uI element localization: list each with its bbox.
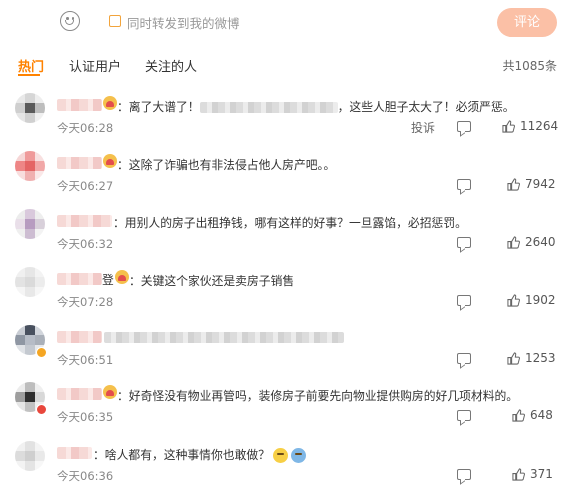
comment-time: 今天06:36: [57, 469, 114, 483]
tab-hot[interactable]: 热门: [18, 56, 44, 75]
like-count: 11264: [520, 119, 559, 133]
tears-emoji-icon: [290, 448, 306, 463]
redacted-text: [199, 102, 338, 113]
like-count: 1902: [525, 293, 556, 307]
comment-reply-icon[interactable]: [457, 353, 471, 364]
like-count: 7942: [525, 177, 556, 191]
comment-reply-icon[interactable]: [457, 121, 471, 132]
tab-following[interactable]: 关注的人: [145, 56, 197, 75]
comment-text: ：啥人都有，这种事情你也敢做？: [93, 446, 306, 463]
emoji-picker-icon[interactable]: [60, 11, 80, 31]
username-blurred[interactable]: [57, 273, 102, 285]
comment-item: ：用别人的房子出租挣钱，哪有这样的好事？一旦露馅，必招惩罚。 今天06:32 2…: [0, 209, 578, 267]
redacted-text: [104, 332, 344, 343]
verified-badge-icon: [36, 404, 47, 415]
fan-badge-icon: [103, 385, 117, 399]
thumbs-up-icon[interactable]: [512, 409, 525, 422]
sweat-smile-emoji-icon: [272, 448, 288, 463]
comment-reply-icon[interactable]: [457, 295, 471, 306]
thumbs-up-icon[interactable]: [507, 352, 520, 365]
comment-composer: 同时转发到我的微博 评论: [0, 0, 578, 42]
comment-filter-tabs: 热门 认证用户 关注的人 共1085条: [0, 56, 578, 78]
comment-text: ：好奇怪没有物业再管吗，装修房子前要先向物业提供购房的好几项材料的。: [117, 389, 519, 403]
comment-text: ：离了大谱了！ ，这些人胆子太大了！必须严惩。: [117, 100, 515, 114]
comment-time: 今天06:27: [57, 179, 114, 193]
like-count: 2640: [525, 235, 556, 249]
comment-time: 今天06:51: [57, 353, 114, 367]
comment-item: ：啥人都有，这种事情你也敢做？ 今天06:36 371: [0, 441, 578, 489]
active-tab-indicator: [18, 74, 40, 76]
avatar[interactable]: [15, 209, 45, 239]
comment-reply-icon[interactable]: [457, 469, 471, 480]
repost-checkbox-label[interactable]: 同时转发到我的微博: [127, 13, 240, 32]
comment-item: 登 ：关键这个家伙还是卖房子销售 今天07:28 1902: [0, 267, 578, 325]
thumbs-up-icon[interactable]: [507, 236, 520, 249]
username-blurred[interactable]: [57, 447, 92, 459]
fan-badge-icon: [103, 96, 117, 110]
comment-item: ：好奇怪没有物业再管吗，装修房子前要先向物业提供购房的好几项材料的。 今天06:…: [0, 382, 578, 440]
username-blurred[interactable]: [57, 331, 102, 343]
comment-time: 今天06:35: [57, 410, 114, 424]
tab-verified-users[interactable]: 认证用户: [69, 56, 121, 75]
username-blurred[interactable]: [57, 157, 102, 169]
avatar[interactable]: [15, 267, 45, 297]
like-count: 648: [530, 408, 553, 422]
report-button[interactable]: 投诉: [411, 119, 435, 136]
username-blurred[interactable]: [57, 388, 102, 400]
comment-text: ：这除了诈骗也有非法侵占他人房产吧。。: [117, 158, 336, 172]
username-fragment[interactable]: 登: [102, 271, 114, 288]
like-count: 371: [530, 467, 553, 481]
username-blurred[interactable]: [57, 99, 102, 111]
comment-text: ：关键这个家伙还是卖房子销售: [129, 274, 295, 288]
comment-item: ：这除了诈骗也有非法侵占他人房产吧。。 今天06:27 7942: [0, 151, 578, 209]
avatar[interactable]: [15, 93, 45, 123]
comment-time: 今天06:32: [57, 237, 114, 251]
comment-text: ：用别人的房子出租挣钱，哪有这样的好事？一旦露馅，必招惩罚。: [113, 216, 467, 230]
comment-item: 今天06:51 1253: [0, 325, 578, 383]
thumbs-up-icon[interactable]: [502, 120, 515, 133]
comment-total-count: 共1085条: [502, 59, 557, 73]
comment-reply-icon[interactable]: [457, 237, 471, 248]
repost-checkbox[interactable]: [109, 15, 121, 27]
like-count: 1253: [525, 351, 556, 365]
comment-time: 今天07:28: [57, 295, 114, 309]
comment-reply-icon[interactable]: [457, 179, 471, 190]
avatar[interactable]: [15, 151, 45, 181]
verified-badge-icon: [36, 347, 47, 358]
fan-badge-icon: [103, 154, 117, 168]
comment-reply-icon[interactable]: [457, 410, 471, 421]
username-blurred[interactable]: [57, 215, 112, 227]
thumbs-up-icon[interactable]: [507, 178, 520, 191]
comment-time: 今天06:28: [57, 121, 114, 135]
thumbs-up-icon[interactable]: [512, 468, 525, 481]
fan-badge-icon: [115, 270, 129, 284]
submit-comment-button[interactable]: 评论: [497, 8, 557, 37]
thumbs-up-icon[interactable]: [507, 294, 520, 307]
comment-item: ：离了大谱了！ ，这些人胆子太大了！必须严惩。 今天06:28 投诉 11264: [0, 93, 578, 151]
avatar[interactable]: [15, 441, 45, 471]
